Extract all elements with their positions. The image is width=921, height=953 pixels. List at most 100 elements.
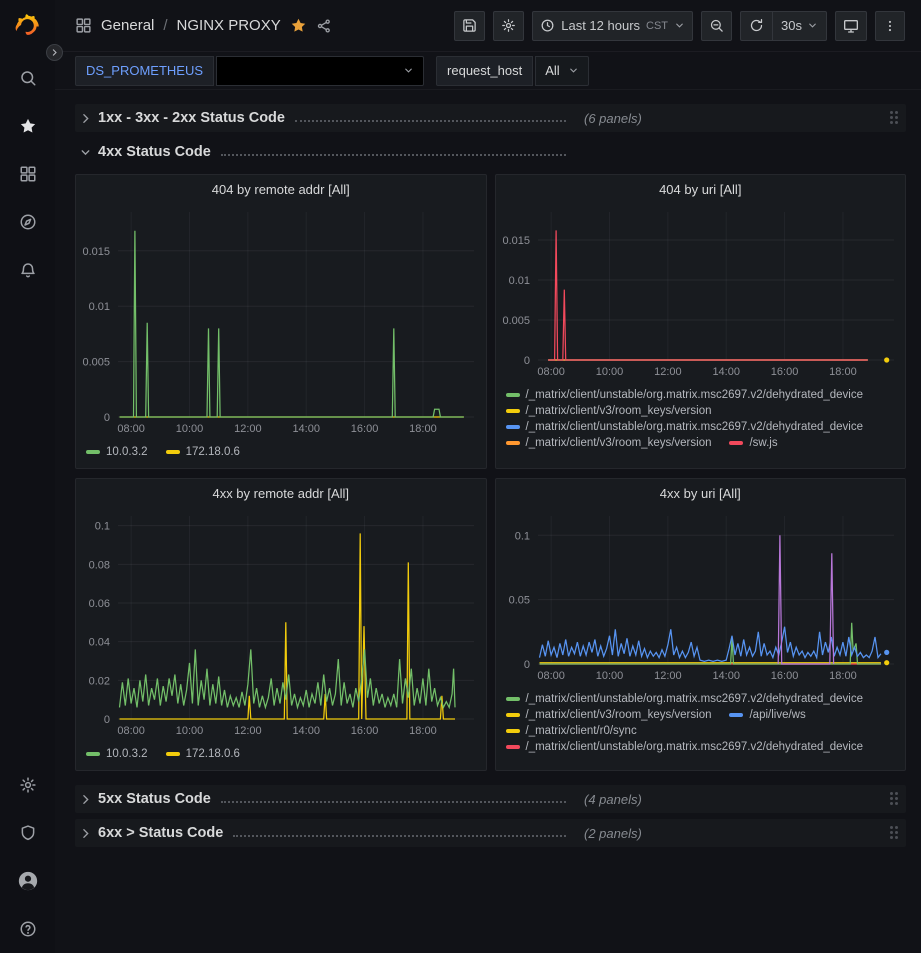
panel-chart[interactable]: 08:0010:0012:0014:0016:0018:0000.050.1 <box>496 504 906 684</box>
compass-icon <box>19 213 37 231</box>
legend-item[interactable]: /sw.js <box>729 437 777 449</box>
datasource-variable-label[interactable]: DS_PROMETHEUS <box>75 56 214 86</box>
panel-title[interactable]: 404 by remote addr [All] <box>84 182 478 197</box>
row-title: 6xx > Status Code <box>98 825 223 841</box>
panel-title[interactable]: 404 by uri [All] <box>504 182 898 197</box>
legend-item[interactable]: /_matrix/client/unstable/org.matrix.msc2… <box>506 389 864 401</box>
chevron-right-icon <box>79 793 92 806</box>
row-title: 1xx - 3xx - 2xx Status Code <box>98 110 285 126</box>
sidebar-item-server-admin[interactable] <box>0 809 55 857</box>
chevron-down-icon <box>403 65 414 76</box>
panel-title[interactable]: 4xx by remote addr [All] <box>84 486 478 501</box>
cycle-view-button[interactable] <box>835 11 867 41</box>
row-panel-count: (4 panels) <box>584 792 642 807</box>
sidebar-item-help[interactable] <box>0 905 55 953</box>
breadcrumb-section[interactable]: General <box>101 17 154 34</box>
legend-item[interactable]: 172.18.0.6 <box>166 748 240 760</box>
timeseries-plot[interactable]: 08:0010:0012:0014:0016:0018:0000.050.1 <box>496 504 906 684</box>
time-range-picker[interactable]: Last 12 hours CST <box>532 11 693 41</box>
panel-chart[interactable]: 08:0010:0012:0014:0016:0018:0000.020.040… <box>76 504 486 739</box>
svg-text:0.005: 0.005 <box>82 357 110 369</box>
timeseries-plot[interactable]: 08:0010:0012:0014:0016:0018:0000.020.040… <box>76 504 486 739</box>
grafana-logo[interactable] <box>0 0 55 54</box>
svg-text:18:00: 18:00 <box>409 423 437 435</box>
dashboard-canvas: 1xx - 3xx - 2xx Status Code (6 panels) 4… <box>55 90 921 953</box>
time-range-label: Last 12 hours <box>561 18 640 33</box>
row-dots <box>233 835 566 837</box>
panel-chart[interactable]: 08:0010:0012:0014:0016:0018:0000.0050.01… <box>496 200 906 380</box>
datasource-variable-value[interactable] <box>216 56 424 86</box>
breadcrumb-title[interactable]: NGINX PROXY <box>177 17 281 34</box>
favorite-star-icon[interactable] <box>290 17 307 34</box>
sidebar-item-configuration[interactable] <box>0 761 55 809</box>
legend-item[interactable]: /_matrix/client/v3/room_keys/version <box>506 709 712 721</box>
legend-label: /_matrix/client/v3/room_keys/version <box>526 709 712 721</box>
legend-color-marker <box>166 752 180 756</box>
chevron-down-icon <box>568 65 579 76</box>
chevron-down-icon <box>807 20 818 31</box>
svg-text:18:00: 18:00 <box>829 366 857 378</box>
legend-item[interactable]: /_matrix/client/unstable/org.matrix.msc2… <box>506 693 864 705</box>
row-drag-handle[interactable] <box>890 826 900 841</box>
legend-item[interactable]: 10.0.3.2 <box>86 446 148 458</box>
panel-title[interactable]: 4xx by uri [All] <box>504 486 898 501</box>
panel-chart[interactable]: 08:0010:0012:0014:0016:0018:0000.0050.01… <box>76 200 486 437</box>
row-drag-handle[interactable] <box>890 792 900 807</box>
panel: 4xx by uri [All] 08:0010:0012:0014:0016:… <box>495 478 907 771</box>
svg-text:0.08: 0.08 <box>89 559 110 571</box>
svg-text:16:00: 16:00 <box>351 725 379 737</box>
svg-text:16:00: 16:00 <box>770 366 798 378</box>
sidebar-item-alerting[interactable] <box>0 246 55 294</box>
sidebar-expand-button[interactable] <box>46 44 63 61</box>
refresh-interval-label: 30s <box>781 18 802 33</box>
legend-label: /_matrix/client/unstable/org.matrix.msc2… <box>526 693 864 705</box>
sidebar-item-profile[interactable] <box>0 857 55 905</box>
refresh-icon <box>749 18 764 33</box>
legend-label: /_matrix/client/v3/room_keys/version <box>526 405 712 417</box>
legend-item[interactable]: 172.18.0.6 <box>166 446 240 458</box>
sidebar-item-dashboards[interactable] <box>0 150 55 198</box>
svg-text:08:00: 08:00 <box>537 366 565 378</box>
chevron-right-icon <box>50 48 59 57</box>
legend-color-marker <box>729 713 743 717</box>
row-4xx-status-code[interactable]: 4xx Status Code <box>75 138 906 166</box>
legend-item[interactable]: /_matrix/client/unstable/org.matrix.msc2… <box>506 741 864 753</box>
row-6xx-status-code[interactable]: 6xx > Status Code (2 panels) <box>75 819 906 847</box>
row-drag-handle[interactable] <box>890 111 900 126</box>
dashboard-settings-button[interactable] <box>493 11 524 41</box>
legend-item[interactable]: /_matrix/client/v3/room_keys/version <box>506 437 712 449</box>
legend-item[interactable]: 10.0.3.2 <box>86 748 148 760</box>
save-dashboard-button[interactable] <box>454 11 485 41</box>
legend-item[interactable]: /_matrix/client/v3/room_keys/version <box>506 405 712 417</box>
refresh-button[interactable] <box>741 12 772 40</box>
share-icon[interactable] <box>316 18 332 34</box>
kebab-icon <box>883 19 897 33</box>
sidebar-item-starred[interactable] <box>0 102 55 150</box>
svg-text:0.1: 0.1 <box>95 521 110 533</box>
legend-item[interactable]: /_matrix/client/r0/sync <box>506 725 637 737</box>
zoom-out-button[interactable] <box>701 11 732 41</box>
timeseries-plot[interactable]: 08:0010:0012:0014:0016:0018:0000.0050.01… <box>496 200 906 380</box>
row-title: 4xx Status Code <box>98 144 211 160</box>
panel-legend: /_matrix/client/unstable/org.matrix.msc2… <box>496 684 906 763</box>
legend-item[interactable]: /api/live/ws <box>729 709 805 721</box>
save-icon <box>462 18 477 33</box>
row-5xx-status-code[interactable]: 5xx Status Code (4 panels) <box>75 785 906 813</box>
sidebar <box>0 0 55 953</box>
more-options-button[interactable] <box>875 11 905 41</box>
svg-text:10:00: 10:00 <box>176 725 204 737</box>
search-icon <box>19 69 37 87</box>
request-host-variable-value[interactable]: All <box>535 56 588 86</box>
apps-grid-icon <box>75 17 92 34</box>
timeseries-plot[interactable]: 08:0010:0012:0014:0016:0018:0000.0050.01… <box>76 200 486 437</box>
legend-item[interactable]: /_matrix/client/unstable/org.matrix.msc2… <box>506 421 864 433</box>
svg-text:0.015: 0.015 <box>502 235 530 247</box>
grafana-logo-icon <box>14 14 41 41</box>
legend-row: /_matrix/client/v3/room_keys/version/sw.… <box>506 437 898 449</box>
dashboard-header: General / NGINX PROXY L <box>55 0 921 52</box>
sidebar-item-search[interactable] <box>0 54 55 102</box>
row-1xx-3xx-2xx-status-code[interactable]: 1xx - 3xx - 2xx Status Code (6 panels) <box>75 104 906 132</box>
request-host-variable-label[interactable]: request_host <box>436 56 533 86</box>
refresh-interval-picker[interactable]: 30s <box>772 12 826 40</box>
sidebar-item-explore[interactable] <box>0 198 55 246</box>
